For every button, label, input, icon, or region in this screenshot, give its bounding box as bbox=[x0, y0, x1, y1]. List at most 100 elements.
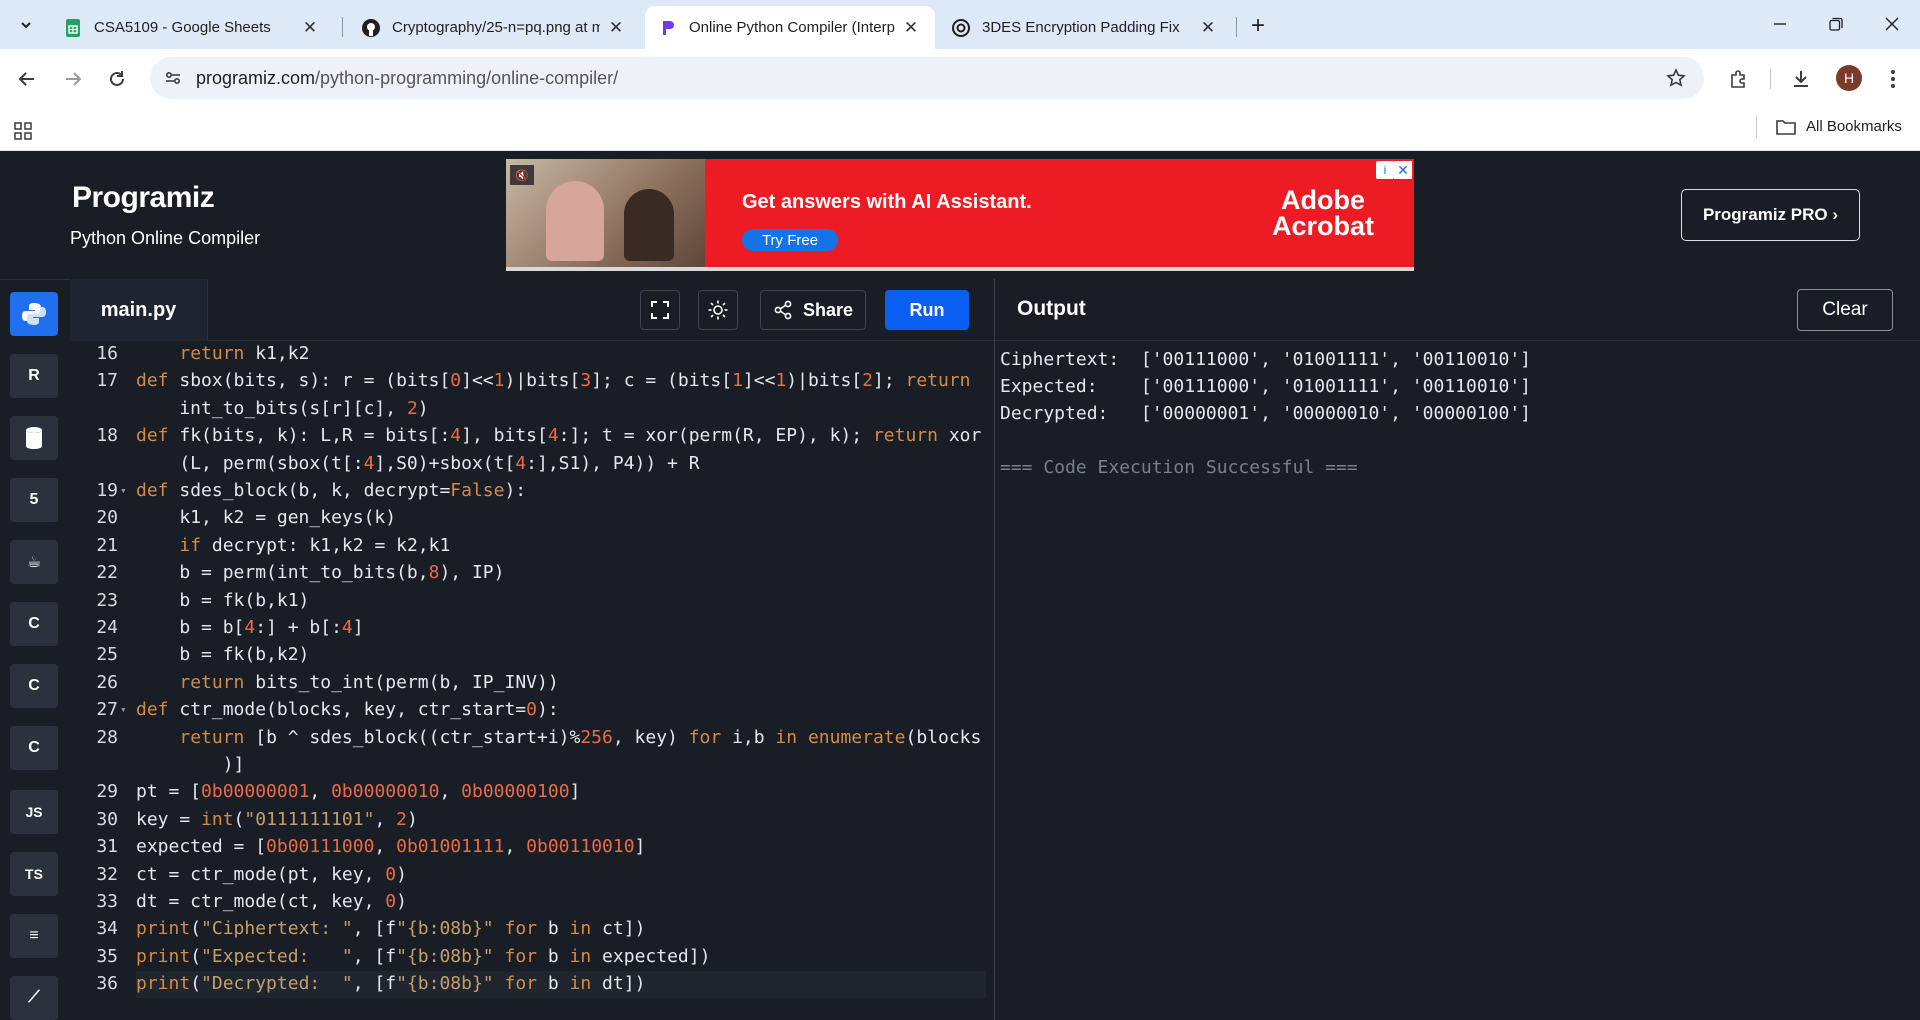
extensions-button[interactable] bbox=[1724, 64, 1754, 94]
lang-cpp[interactable]: C bbox=[10, 664, 58, 708]
clear-output-button[interactable]: Clear bbox=[1797, 289, 1893, 331]
line-number: 31 bbox=[96, 836, 118, 858]
ad-info-icon[interactable]: i bbox=[1376, 161, 1394, 179]
programiz-logo[interactable]: Programiz bbox=[72, 181, 215, 215]
google-sheets-icon bbox=[64, 18, 82, 37]
code-line[interactable]: return bits_to_int(perm(b, IP_INV)) bbox=[136, 672, 558, 693]
tab-search-button[interactable] bbox=[10, 9, 42, 41]
close-window-button[interactable] bbox=[1864, 8, 1920, 40]
programiz-pro-button[interactable]: Programiz PRO › bbox=[1681, 189, 1860, 241]
code-line[interactable]: )] bbox=[136, 754, 245, 775]
run-button[interactable]: Run bbox=[885, 290, 969, 330]
close-tab-icon[interactable]: ✕ bbox=[606, 18, 626, 38]
lang-go[interactable]: ≡ bbox=[10, 914, 58, 958]
lang-csharp[interactable]: C bbox=[10, 726, 58, 770]
line-number: 34 bbox=[96, 918, 118, 940]
lang-java[interactable]: ☕ bbox=[10, 540, 58, 584]
new-tab-button[interactable]: + bbox=[1244, 12, 1272, 40]
address-bar[interactable]: programiz.com/python-programming/online-… bbox=[150, 57, 1704, 99]
minimize-button[interactable] bbox=[1752, 8, 1808, 40]
url-text[interactable]: programiz.com/python-programming/online-… bbox=[196, 68, 618, 89]
toolbar-separator bbox=[1770, 69, 1771, 89]
line-number: 21 bbox=[96, 534, 118, 556]
go-icon: ≡ bbox=[29, 927, 39, 944]
apps-grid-icon[interactable] bbox=[14, 122, 32, 145]
lang-python[interactable] bbox=[10, 292, 58, 336]
restore-button[interactable] bbox=[1808, 8, 1864, 40]
profile-avatar[interactable]: H bbox=[1836, 65, 1862, 91]
code-line[interactable]: def fk(bits, k): L,R = bits[:4], bits[4:… bbox=[136, 425, 981, 446]
bookmark-star-icon[interactable] bbox=[1666, 68, 1686, 93]
ad-banner[interactable]: 🔇 Get answers with AI Assistant. Try Fre… bbox=[506, 159, 1414, 271]
lang-r[interactable]: R bbox=[10, 354, 58, 398]
fold-toggle-icon[interactable]: ▾ bbox=[120, 703, 127, 716]
code-line[interactable]: b = fk(b,k2) bbox=[136, 644, 309, 665]
downloads-button[interactable] bbox=[1786, 64, 1816, 94]
code-line[interactable]: ct = ctr_mode(pt, key, 0) bbox=[136, 864, 407, 885]
python-icon bbox=[22, 303, 46, 325]
close-tab-icon[interactable]: ✕ bbox=[901, 18, 921, 38]
line-number: 18 bbox=[96, 425, 118, 447]
ad-headline: Get answers with AI Assistant. bbox=[742, 191, 1032, 213]
code-line[interactable]: print("Decrypted: ", [f"{b:08b}" for b i… bbox=[136, 973, 645, 994]
code-line[interactable]: pt = [0b00000001, 0b00000010, 0b00000100… bbox=[136, 781, 580, 802]
lang-js[interactable]: JS bbox=[10, 790, 58, 834]
lang-html[interactable]: 5 bbox=[10, 478, 58, 522]
code-line[interactable]: return [b ^ sdes_block((ctr_start+i)%256… bbox=[136, 727, 981, 748]
tab-chatgpt[interactable]: 3DES Encryption Padding Fix ✕ bbox=[938, 6, 1232, 49]
close-tab-icon[interactable]: ✕ bbox=[1198, 18, 1218, 38]
ad-mute-icon[interactable]: 🔇 bbox=[510, 165, 534, 185]
lang-c[interactable]: C bbox=[10, 602, 58, 646]
file-tab-main[interactable]: main.py bbox=[70, 279, 208, 341]
language-sidebar: R 5 ☕ C C C JS TS ≡ ⟋ bbox=[0, 279, 70, 1020]
ad-progress-bar bbox=[506, 267, 1414, 271]
code-line[interactable]: def sbox(bits, s): r = (bits[0]<<1)|bits… bbox=[136, 370, 971, 391]
output-console: Ciphertext: ['00111000', '01001111', '00… bbox=[995, 341, 1920, 1020]
line-number: 20 bbox=[96, 507, 118, 529]
code-line[interactable]: b = perm(int_to_bits(b,8), IP) bbox=[136, 562, 504, 583]
code-line[interactable]: dt = ctr_mode(ct, key, 0) bbox=[136, 891, 407, 912]
swift-icon: ⟋ bbox=[28, 989, 40, 1006]
fold-toggle-icon[interactable]: ▾ bbox=[120, 484, 127, 497]
code-line[interactable]: def sdes_block(b, k, decrypt=False): bbox=[136, 480, 526, 501]
tab-programiz-active[interactable]: Online Python Compiler (Interpreter) ✕ bbox=[645, 6, 935, 49]
share-button[interactable]: Share bbox=[760, 290, 866, 330]
lang-swift[interactable]: ⟋ bbox=[10, 976, 58, 1020]
all-bookmarks-label: All Bookmarks bbox=[1806, 118, 1902, 135]
browser-tab-strip: CSA5109 - Google Sheets ✕ Cryptography/2… bbox=[0, 0, 1920, 49]
page-subtitle: Python Online Compiler bbox=[70, 228, 261, 248]
code-line[interactable]: k1, k2 = gen_keys(k) bbox=[136, 507, 396, 528]
js-icon: JS bbox=[25, 804, 43, 820]
output-header: Output Clear bbox=[995, 279, 1920, 341]
github-icon bbox=[362, 18, 380, 37]
code-line[interactable]: int_to_bits(s[r][c], 2) bbox=[136, 398, 428, 419]
folder-icon bbox=[1776, 119, 1796, 135]
code-line[interactable]: return k1,k2 bbox=[136, 343, 309, 364]
fullscreen-button[interactable] bbox=[640, 290, 680, 330]
code-line[interactable]: b = b[4:] + b[:4] bbox=[136, 617, 363, 638]
back-button[interactable] bbox=[12, 64, 42, 94]
code-line[interactable]: (L, perm(sbox(t[:4],S0)+sbox(t[4:],S1), … bbox=[136, 453, 699, 474]
site-info-icon[interactable] bbox=[164, 69, 182, 92]
browser-menu-button[interactable] bbox=[1878, 64, 1908, 94]
ad-try-free-button[interactable]: Try Free bbox=[742, 229, 838, 251]
tab-google-sheets[interactable]: CSA5109 - Google Sheets ✕ bbox=[50, 6, 334, 49]
all-bookmarks-button[interactable]: All Bookmarks bbox=[1776, 118, 1902, 135]
close-tab-icon[interactable]: ✕ bbox=[300, 18, 320, 38]
code-line[interactable]: key = int("0111111101", 2) bbox=[136, 809, 418, 830]
reload-button[interactable] bbox=[102, 64, 132, 94]
code-line[interactable]: def ctr_mode(blocks, key, ctr_start=0): bbox=[136, 699, 559, 720]
code-line[interactable]: expected = [0b00111000, 0b01001111, 0b00… bbox=[136, 836, 645, 857]
code-line[interactable]: b = fk(b,k1) bbox=[136, 590, 309, 611]
forward-button[interactable] bbox=[58, 64, 88, 94]
tab-github[interactable]: Cryptography/25-n=pq.png at main ✕ bbox=[348, 6, 640, 49]
theme-toggle-button[interactable] bbox=[698, 290, 738, 330]
ad-close-icon[interactable]: ✕ bbox=[1394, 161, 1412, 179]
code-line[interactable]: print("Ciphertext: ", [f"{b:08b}" for b … bbox=[136, 918, 645, 939]
code-line[interactable]: if decrypt: k1,k2 = k2,k1 bbox=[136, 535, 450, 556]
code-editor[interactable]: 16 return k1,k2 17 def sbox(bits, s): r = … bbox=[70, 341, 994, 1020]
lang-sql[interactable] bbox=[10, 416, 58, 460]
code-line[interactable]: print("Expected: ", [f"{b:08b}" for b in… bbox=[136, 946, 710, 967]
lang-ts[interactable]: TS bbox=[10, 852, 58, 896]
java-icon: ☕ bbox=[26, 554, 42, 571]
